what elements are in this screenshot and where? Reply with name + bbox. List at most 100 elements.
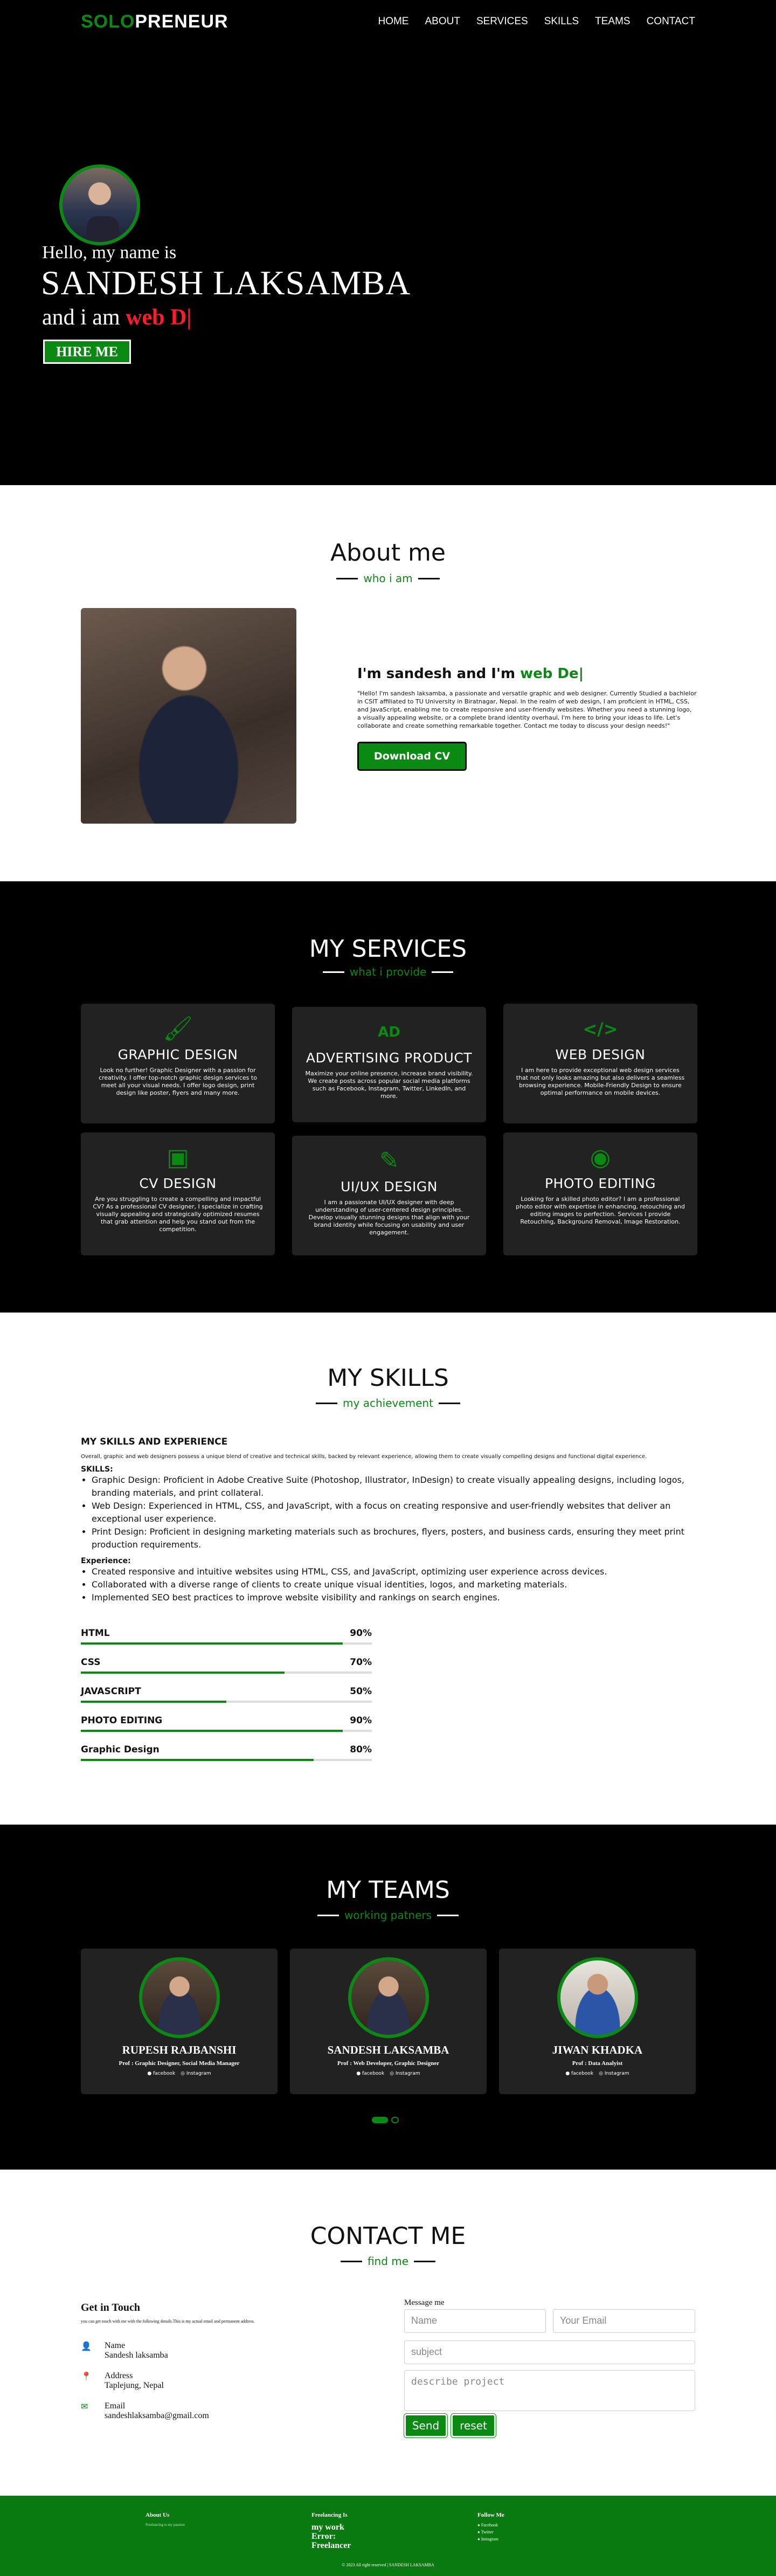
nav-teams-link[interactable]: TEAMS (595, 16, 630, 27)
instagram-link[interactable]: ◎ Instagram (599, 2071, 629, 2076)
skill-bar-track (81, 1642, 372, 1645)
skills-list: Graphic Design: Proficient in Adobe Crea… (92, 1474, 695, 1551)
nav-about-link[interactable]: ABOUT (425, 16, 460, 27)
contact-intro: you can get touch with me with the follo… (81, 2319, 255, 2324)
pen-tool-icon: ✎ (379, 1147, 399, 1175)
service-card-advertising[interactable]: AD ADVERTISING PRODUCT Maximize your onl… (292, 1007, 486, 1122)
list-item: Implemented SEO best practices to improv… (92, 1591, 695, 1604)
list-item: Graphic Design: Proficient in Adobe Crea… (92, 1474, 695, 1500)
top-navbar: SOLOPRENEUR HOME ABOUT SERVICES SKILLS T… (0, 0, 776, 43)
carousel-dot[interactable] (391, 2117, 399, 2123)
skill-bar: HTML 90% (81, 1628, 372, 1645)
skill-bar-track (81, 1759, 372, 1761)
avatar (138, 1957, 220, 2038)
about-section: About me who i am I'm sandesh and I'm we… (0, 485, 776, 881)
carousel-dot-active[interactable] (372, 2117, 388, 2123)
name-input[interactable]: Name (404, 2309, 546, 2333)
team-card-rupesh: RUPESH RAJBANSHI Prof : Graphic Designer… (81, 1949, 278, 2094)
contact-title: CONTACT ME (310, 2222, 466, 2250)
camera-icon: ◉ (590, 1144, 611, 1171)
footer: About Us Freelancing is my passion Freel… (0, 2496, 776, 2576)
skills-heading: MY SKILLS AND EXPERIENCE (81, 1437, 228, 1447)
instagram-link[interactable]: ◎ Instagram (181, 2071, 211, 2076)
instagram-link[interactable]: ◎ Instagram (390, 2071, 420, 2076)
footer-about: About Us Freelancing is my passion (146, 2512, 185, 2527)
footer-follow: Follow Me ● Facebook ● Twitter ● Instagr… (477, 2512, 504, 2543)
skill-bar-percent: 70% (350, 1657, 372, 1668)
about-bio: "Hello! I'm sandesh laksamba, a passiona… (357, 690, 697, 729)
send-button[interactable]: Send (404, 2413, 448, 2438)
skill-bar-label: HTML (81, 1628, 110, 1639)
footer-freelancing: Freelancing Is my work Error: Freelancer (311, 2512, 351, 2550)
skill-bar-percent: 90% (350, 1628, 372, 1639)
footer-instagram-link[interactable]: ● Instagram (477, 2536, 504, 2543)
teams-title: MY TEAMS (326, 1876, 450, 1904)
facebook-link[interactable]: ● facebook (147, 2071, 175, 2076)
nav-services-link[interactable]: SERVICES (476, 16, 528, 27)
hero-name: SANDESH LAKSAMBA (41, 264, 411, 302)
about-text: I'm sandesh and I'm web De| "Hello! I'm … (357, 666, 697, 730)
facebook-link[interactable]: ● facebook (565, 2071, 593, 2076)
copyright: © 2023 All right reserved | SANDESH LAKS… (342, 2563, 434, 2567)
skill-bar-percent: 50% (350, 1686, 372, 1697)
services-section: MY SERVICES what i provide 🖌 GRAPHIC DES… (0, 881, 776, 1313)
skills-subtitle: my achievement (0, 1397, 776, 1410)
brush-icon: 🖌 (163, 1015, 193, 1042)
skill-bar-fill (81, 1701, 226, 1703)
service-card-web-design[interactable]: </> WEB DESIGN I am here to provide exce… (503, 1004, 697, 1123)
footer-facebook-link[interactable]: ● Facebook (477, 2522, 504, 2529)
reset-button[interactable]: reset (451, 2413, 496, 2438)
hero-section: Hello, my name is SANDESH LAKSAMBA and i… (0, 0, 776, 485)
facebook-link[interactable]: ● facebook (356, 2071, 384, 2076)
skill-bar-label: PHOTO EDITING (81, 1715, 163, 1726)
ad-icon: AD (378, 1024, 400, 1040)
skill-bar-fill (81, 1730, 343, 1732)
avatar (348, 1957, 429, 2038)
services-subtitle: what i provide (0, 965, 776, 978)
hero-role-line: and i am web D| (42, 305, 192, 330)
hero-typed-role: web D| (126, 305, 192, 330)
service-card-cv-design[interactable]: ▣ CV DESIGN Are you struggling to create… (81, 1132, 275, 1255)
subject-input[interactable]: subject (404, 2340, 695, 2364)
contact-section: CONTACT ME find me Get in Touch you can … (0, 2170, 776, 2496)
message-label: Message me (404, 2298, 445, 2307)
about-photo (81, 608, 296, 824)
skill-bar-percent: 90% (350, 1715, 372, 1726)
nav-menu: HOME ABOUT SERVICES SKILLS TEAMS CONTACT (378, 16, 695, 27)
service-card-graphic-design[interactable]: 🖌 GRAPHIC DESIGN Look no further! Graphi… (81, 1004, 275, 1123)
service-card-photo-editing[interactable]: ◉ PHOTO EDITING Looking for a skilled ph… (503, 1132, 697, 1255)
services-title: MY SERVICES (309, 935, 467, 963)
download-cv-button[interactable]: Download CV (357, 742, 467, 771)
hero-profile-photo (59, 164, 140, 245)
contact-address-item: 📍 Address Taplejung, Nepal (81, 2371, 164, 2390)
nav-skills-link[interactable]: SKILLS (544, 16, 579, 27)
skill-bar: PHOTO EDITING 90% (81, 1715, 372, 1732)
skill-bar-label: Graphic Design (81, 1744, 160, 1755)
about-subtitle: who i am (0, 572, 776, 585)
list-item: Print Design: Proficient in designing ma… (92, 1525, 695, 1551)
skill-bar-label: CSS (81, 1657, 101, 1668)
skill-bar-track (81, 1701, 372, 1703)
site-logo[interactable]: SOLOPRENEUR (81, 11, 228, 32)
skills-overview: Overall, graphic and web designers posse… (81, 1454, 647, 1460)
skill-bar: Graphic Design 80% (81, 1744, 372, 1761)
project-textarea[interactable]: describe project (404, 2370, 695, 2411)
nav-contact-link[interactable]: CONTACT (647, 16, 695, 27)
skills-experience-block: MY SKILLS AND EXPERIENCE Overall, graphi… (81, 1437, 695, 1604)
contact-email-item: ✉ Email sandeshlaksamba@gmail.com (81, 2401, 209, 2420)
contact-name-item: 👤 Name Sandesh laksamba (81, 2341, 168, 2360)
skill-bar-track (81, 1672, 372, 1674)
skill-bar: CSS 70% (81, 1657, 372, 1674)
footer-twitter-link[interactable]: ● Twitter (477, 2529, 504, 2536)
service-card-uiux-design[interactable]: ✎ UI/UX DESIGN I am a passionate UI/UX d… (292, 1136, 486, 1255)
about-title: About me (330, 539, 446, 567)
skill-bars: HTML 90% CSS 70% JAVASCRIPT 50% PHOTO EDITING 9… (81, 1628, 372, 1773)
nav-home-link[interactable]: HOME (378, 16, 408, 27)
email-input[interactable]: Your Email (553, 2309, 695, 2333)
experience-label: Experience: (81, 1557, 131, 1565)
hire-me-button[interactable]: HIRE ME (43, 340, 131, 364)
list-item: Web Design: Experienced in HTML, CSS, an… (92, 1500, 695, 1525)
teams-subtitle: working patners (0, 1909, 776, 1922)
teams-section: MY TEAMS working patners RUPESH RAJBANSH… (0, 1825, 776, 2170)
experience-list: Created responsive and intuitive website… (92, 1565, 695, 1604)
